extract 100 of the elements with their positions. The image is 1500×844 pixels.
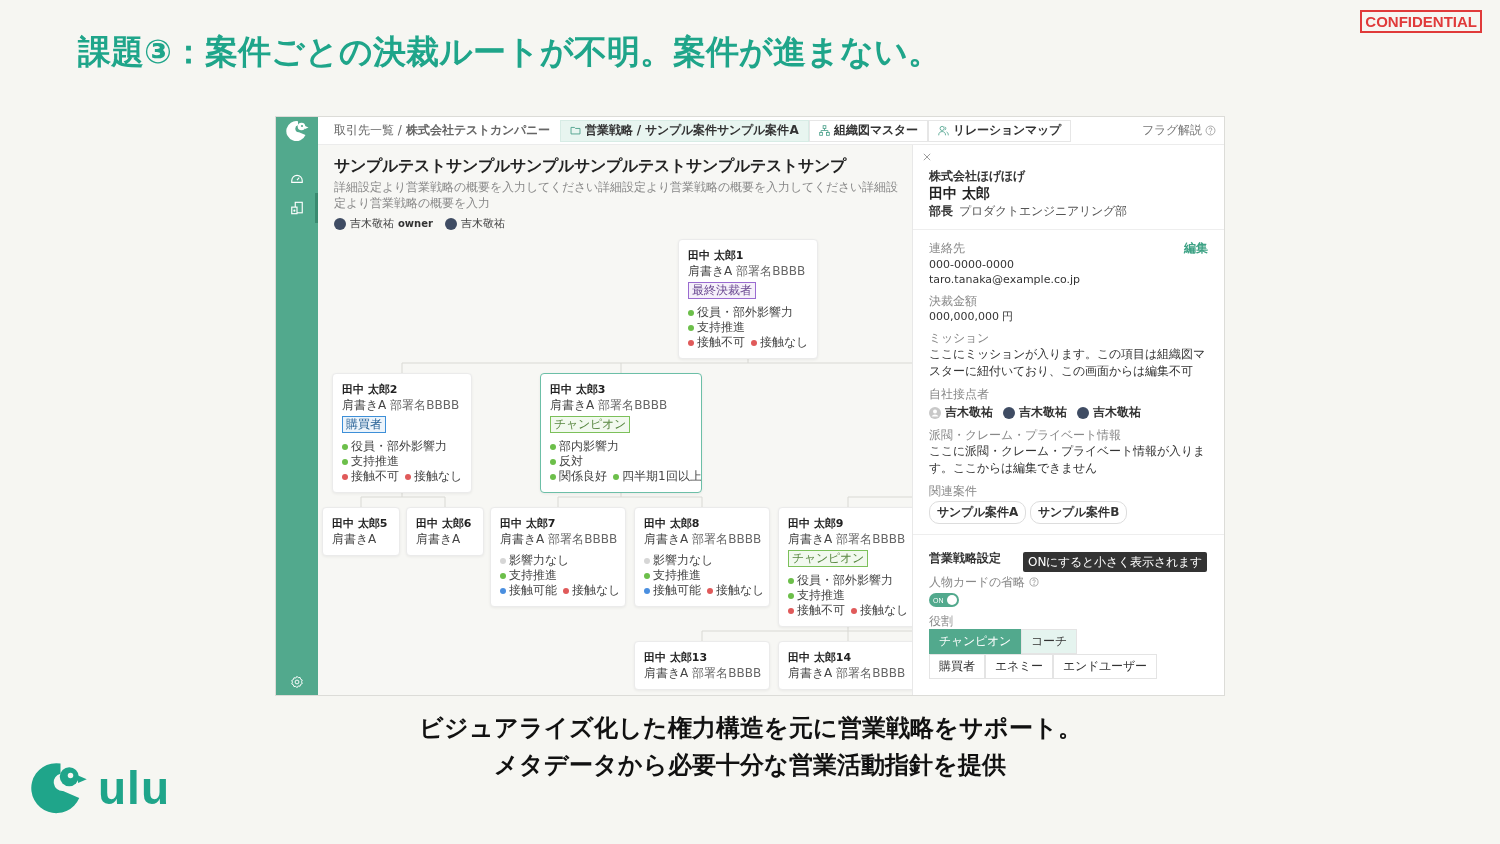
person-card[interactable]: 田中 太郎14 肩書きA 部署名BBBB	[778, 641, 912, 690]
flag-label: 部内影響力	[559, 439, 619, 454]
strategy-description: 詳細設定より営業戦略の概要を入力してください詳細設定より営業戦略の概要を入力してください詳細設定より営業戦略の概要を入力	[334, 179, 898, 211]
help-icon[interactable]	[1029, 577, 1039, 587]
flag-label: 支持推進	[351, 454, 399, 469]
close-icon[interactable]	[923, 153, 931, 161]
role-tag: 最終決裁者	[688, 282, 756, 299]
person-name: 田中 太郎8	[644, 516, 701, 531]
mission-text: ここにミッションが入ります。この項目は組織図マスターに紐付いており、この画面からは編集不可	[929, 346, 1206, 380]
flag-label: 接触なし	[860, 603, 908, 618]
flag-label: 役員・部外影響力	[697, 305, 793, 320]
connector-line	[847, 496, 912, 508]
breadcrumb: 取引先一覧 / 株式会社テストカンパニー	[334, 122, 550, 139]
person-title: 肩書きA	[788, 665, 833, 681]
person-card[interactable]: 田中 太郎8 肩書きA 部署名BBBB 影響力なし 支持推進 接触可能 接触なし	[634, 507, 770, 607]
department-name: 部署名BBBB	[598, 397, 668, 413]
org-chart-icon	[818, 125, 830, 136]
caption-line: ビジュアライズ化した権力構造を元に営業戦略をサポート。	[418, 713, 1082, 744]
member-role: owner	[398, 218, 433, 229]
flag-label: 支持推進	[697, 320, 745, 335]
person-name: 田中 太郎14	[788, 650, 853, 665]
person-card[interactable]: 田中 太郎5 肩書きA	[322, 507, 400, 556]
role-option[interactable]: コーチ	[1021, 629, 1077, 654]
flag-label: 四半期1回以上	[622, 469, 701, 484]
flag-label: 支持推進	[797, 588, 845, 603]
flag-label: 接触なし	[716, 583, 764, 598]
related-deal-chip[interactable]: サンプル案件B	[1030, 501, 1128, 524]
person-card[interactable]: 田中 太郎7 肩書きA 部署名BBBB 影響力なし 支持推進 接触可能 接触なし	[490, 507, 626, 607]
tab[interactable]: 組織図マスター	[808, 119, 928, 142]
role-option[interactable]: エネミー	[985, 654, 1053, 679]
flag-label: 接触不可	[697, 335, 745, 350]
contact-name: 吉木敬祐	[1019, 404, 1067, 421]
slide-title: 課題③：案件ごとの決裁ルートが不明。案件が進まない。	[78, 32, 941, 72]
email-address: taro.tanaka@example.co.jp	[929, 272, 1081, 287]
department-name: 部署名BBBB	[692, 531, 762, 547]
department-name: 部署名BBBB	[390, 397, 460, 413]
field-label: 連絡先	[929, 240, 965, 257]
field-label: 決裁金額	[929, 293, 978, 309]
flag-label: 接触可能	[509, 583, 557, 598]
flag-label: 影響力なし	[509, 553, 569, 568]
person-name: 田中 太郎13	[644, 650, 709, 665]
person-card[interactable]: 田中 太郎9 肩書きA 部署名BBBB チャンピオン 役員・部外影響力 支持推進 接触不可 接触なし	[778, 507, 912, 627]
flag-label: 接触不可	[797, 603, 845, 618]
avatar	[334, 217, 346, 230]
folder-icon	[569, 125, 581, 136]
department-name: 部署名BBBB	[836, 665, 906, 681]
role-tag: チャンピオン	[550, 416, 630, 433]
flag-label: 反対	[559, 454, 583, 469]
field-label: 役割	[929, 613, 954, 629]
person-name: 田中 太郎	[929, 184, 991, 203]
help-link[interactable]: フラグ解説	[1142, 122, 1216, 139]
member-name: 吉木敬祐	[460, 216, 505, 231]
person-name: 田中 太郎3	[550, 382, 607, 397]
person-title: 肩書きA	[644, 665, 689, 681]
related-deal-chip[interactable]: サンプル案件A	[929, 501, 1027, 524]
phone-number: 000-0000-0000	[929, 257, 1015, 272]
person-title: 肩書きA	[500, 531, 545, 547]
position-title: 部長	[929, 203, 953, 219]
flag-label: 役員・部外影響力	[797, 573, 893, 588]
user-silhouette-icon	[929, 406, 941, 419]
flag-label: 接触なし	[414, 469, 462, 484]
tab[interactable]: リレーションマップ	[927, 119, 1071, 142]
person-name: 田中 太郎5	[332, 516, 389, 531]
role-option[interactable]: エンドユーザー	[1053, 654, 1157, 679]
flag-label: 支持推進	[653, 568, 701, 583]
department-name: 部署名BBBB	[548, 531, 618, 547]
company-name: 株式会社ほげほげ	[929, 169, 1027, 184]
tab[interactable]: 営業戦略 / サンプル案件サンプル案件A	[559, 119, 809, 142]
confidential-label: CONFIDENTIAL	[1360, 10, 1482, 33]
person-card[interactable]: 田中 太郎1 肩書きA 部署名BBBB 最終決裁者 役員・部外影響力 支持推進 接触不可 接触なし	[678, 239, 818, 359]
flag-label: 関係良好	[559, 469, 607, 484]
contact-name: 吉木敬祐	[1093, 404, 1141, 421]
role-option[interactable]: 購買者	[929, 654, 985, 679]
avatar	[444, 217, 457, 230]
flag-label: 接触不可	[351, 469, 399, 484]
person-card[interactable]: 田中 太郎3 肩書きA 部署名BBBB チャンピオン 部内影響力 反対 関係良好 四半期1回以上	[540, 373, 702, 493]
contact-name: 吉木敬祐	[945, 404, 993, 421]
private-info-text: ここに派閥・クレーム・プライベート情報が入ります。ここからは編集できません	[929, 443, 1206, 477]
field-label: 派閥・クレーム・プライベート情報	[929, 427, 1122, 443]
flag-label: 影響力なし	[653, 553, 713, 568]
field-label: 関連案件	[929, 483, 978, 499]
settings-icon[interactable]	[290, 675, 304, 689]
person-title: 肩書きA	[644, 531, 689, 547]
field-label: ミッション	[929, 330, 990, 346]
flag-label: 接触なし	[760, 335, 808, 350]
field-label: 人物カードの省略	[929, 574, 1025, 590]
person-title: 肩書きA	[416, 531, 461, 547]
field-label: 自社接点者	[929, 386, 990, 402]
member-name: 吉木敬祐	[350, 216, 394, 231]
person-card[interactable]: 田中 太郎13 肩書きA 部署名BBBB	[634, 641, 770, 690]
flag-label: 役員・部外影響力	[351, 439, 447, 454]
person-title: 肩書きA	[342, 397, 387, 413]
person-title: 肩書きA	[332, 531, 377, 547]
person-card[interactable]: 田中 太郎2 肩書きA 部署名BBBB 購買者 役員・部外影響力 支持推進 接触不可 接触なし	[332, 373, 472, 493]
help-icon	[1205, 125, 1216, 136]
document-icon	[290, 201, 304, 215]
person-card[interactable]: 田中 太郎6 肩書きA	[406, 507, 484, 556]
department-name: 部署名BBBB	[736, 263, 806, 279]
avatar	[1003, 406, 1015, 419]
budget-value: 000,000,000 円	[929, 309, 1015, 324]
